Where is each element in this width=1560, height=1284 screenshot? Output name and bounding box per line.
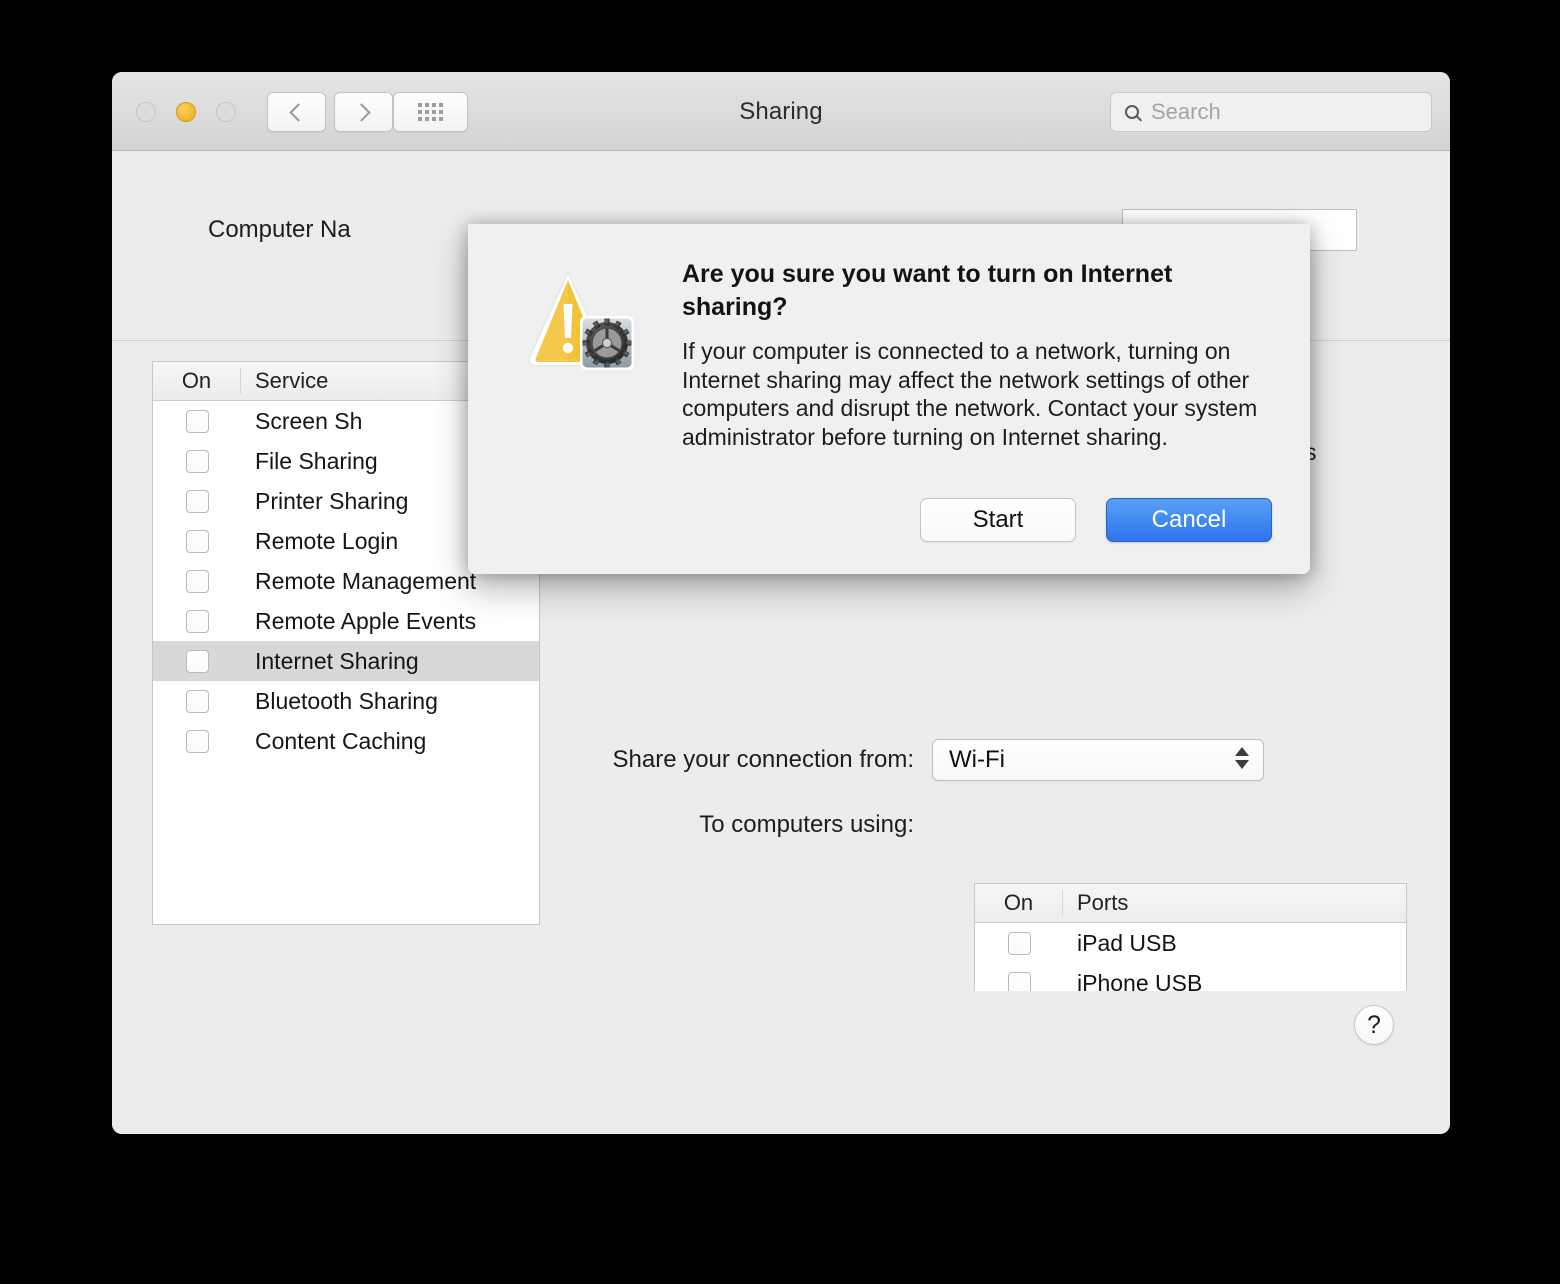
warning-triangle-with-gear-badge-icon	[522, 264, 638, 376]
table-row[interactable]: Remote Apple Events	[153, 601, 539, 641]
service-checkbox-cell	[153, 410, 241, 433]
port-checkbox[interactable]	[1008, 932, 1031, 955]
table-row[interactable]: Bluetooth Sharing	[153, 681, 539, 721]
service-label: Bluetooth Sharing	[241, 688, 438, 715]
service-checkbox[interactable]	[186, 570, 209, 593]
service-checkbox-cell	[153, 570, 241, 593]
service-label: Remote Login	[241, 528, 398, 555]
search-placeholder: Search	[1151, 99, 1221, 125]
window-footer: ?	[112, 991, 1450, 1134]
service-label: Internet Sharing	[241, 648, 419, 675]
service-checkbox-cell	[153, 450, 241, 473]
service-label: Remote Apple Events	[241, 608, 476, 635]
services-column-on: On	[153, 368, 241, 394]
service-checkbox-cell	[153, 650, 241, 673]
service-checkbox[interactable]	[186, 490, 209, 513]
start-button[interactable]: Start	[920, 498, 1076, 542]
help-button[interactable]: ?	[1354, 1005, 1394, 1045]
port-label: iPad USB	[1063, 930, 1177, 957]
service-label: Remote Management	[241, 568, 476, 595]
ports-table-header: On Ports	[975, 884, 1406, 923]
confirmation-dialog: Are you sure you want to turn on Interne…	[468, 224, 1310, 574]
service-checkbox[interactable]	[186, 530, 209, 553]
service-checkbox-cell	[153, 530, 241, 553]
cancel-button[interactable]: Cancel	[1106, 498, 1272, 542]
search-input[interactable]: Search	[1110, 92, 1432, 132]
service-checkbox[interactable]	[186, 610, 209, 633]
service-checkbox[interactable]	[186, 650, 209, 673]
service-checkbox-cell	[153, 490, 241, 513]
share-from-select[interactable]: Wi-Fi	[932, 739, 1264, 781]
service-label: Content Caching	[241, 728, 426, 755]
port-checkbox-cell	[975, 932, 1063, 955]
service-checkbox[interactable]	[186, 450, 209, 473]
service-label: Screen Sh	[241, 408, 362, 435]
service-checkbox-cell	[153, 690, 241, 713]
table-row[interactable]: Content Caching	[153, 721, 539, 761]
table-row[interactable]: iPad USB	[975, 923, 1406, 963]
service-checkbox[interactable]	[186, 690, 209, 713]
table-row[interactable]: Internet Sharing	[153, 641, 539, 681]
dialog-message: If your computer is connected to a netwo…	[682, 337, 1278, 451]
screen: Sharing Search Computer Na Edit... On Se…	[0, 0, 1560, 1284]
chevron-updown-icon	[1235, 747, 1249, 769]
dialog-title: Are you sure you want to turn on Interne…	[682, 258, 1272, 324]
services-column-service: Service	[241, 368, 328, 394]
share-from-row: Share your connection from: Wi-Fi	[580, 739, 1370, 781]
sharing-preferences-window: Sharing Search Computer Na Edit... On Se…	[112, 72, 1450, 1134]
search-icon	[1125, 105, 1139, 119]
to-computers-label: To computers using:	[580, 811, 932, 839]
service-checkbox[interactable]	[186, 730, 209, 753]
share-from-label: Share your connection from:	[580, 746, 932, 774]
service-label: File Sharing	[241, 448, 378, 475]
service-checkbox[interactable]	[186, 410, 209, 433]
service-checkbox-cell	[153, 730, 241, 753]
service-checkbox-cell	[153, 610, 241, 633]
window-titlebar: Sharing Search	[112, 72, 1450, 151]
ports-column-on: On	[975, 890, 1063, 916]
dialog-buttons: Start Cancel	[920, 498, 1272, 542]
service-label: Printer Sharing	[241, 488, 408, 515]
ports-column-ports: Ports	[1063, 890, 1128, 916]
share-from-value: Wi-Fi	[949, 746, 1005, 774]
computer-name-label: Computer Na	[208, 216, 351, 244]
